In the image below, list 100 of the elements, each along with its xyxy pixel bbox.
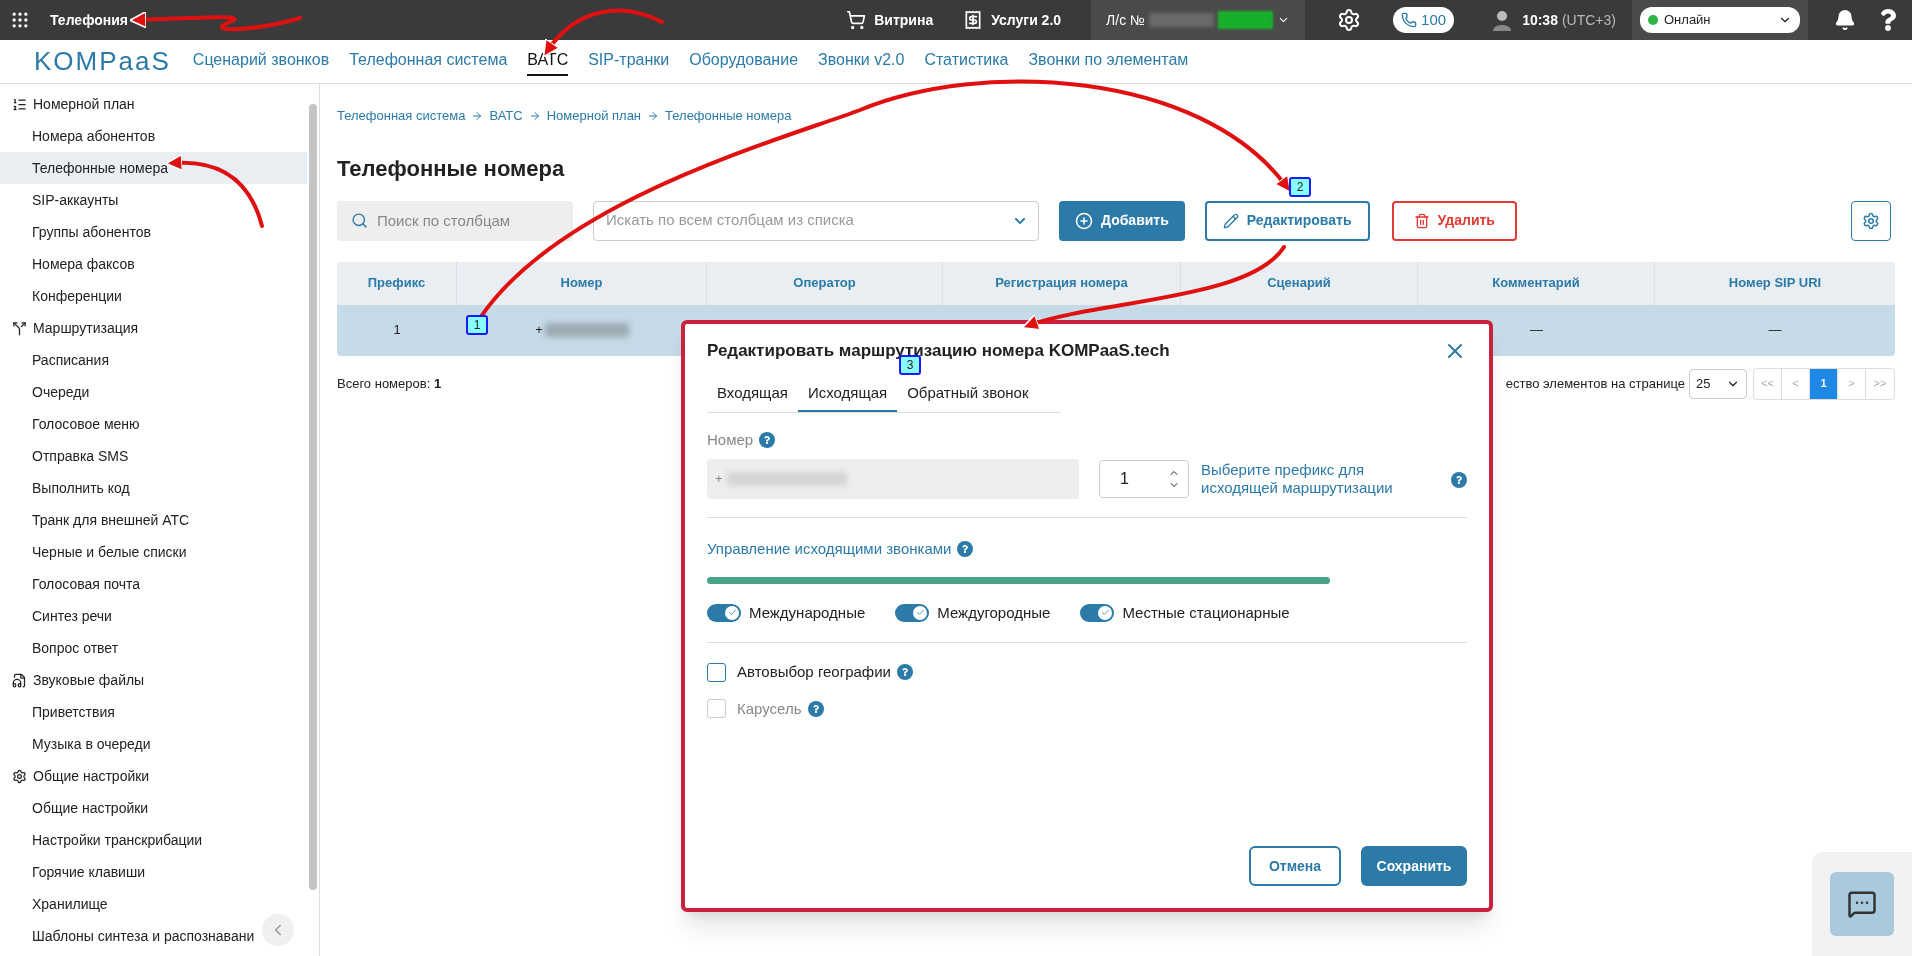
sidebar-section[interactable]: Маршрутизация bbox=[0, 312, 307, 344]
toggle-switch[interactable] bbox=[895, 603, 930, 622]
table-cell-text: + bbox=[535, 321, 543, 340]
nav-tab[interactable]: SIP-транки bbox=[588, 47, 670, 76]
plus-icon bbox=[1075, 211, 1093, 230]
sidebar-item[interactable]: Музыка в очереди bbox=[0, 728, 307, 760]
annotation-marker: 1 bbox=[466, 315, 488, 335]
column-header[interactable]: Регистрация номера bbox=[943, 261, 1181, 305]
receipt-icon bbox=[963, 10, 984, 30]
dialog-tab[interactable]: Исходящая bbox=[797, 377, 898, 412]
page-size-select[interactable]: 25 bbox=[1689, 368, 1747, 399]
notifications-icon[interactable] bbox=[1834, 9, 1856, 31]
sidebar-item[interactable]: Группы абонентов bbox=[0, 216, 307, 248]
field-label: Номер bbox=[707, 429, 754, 450]
nav-tab[interactable]: Оборудование bbox=[689, 47, 799, 76]
sidebar-item[interactable]: Очереди bbox=[0, 376, 307, 408]
sidebar-item[interactable]: Отправка SMS bbox=[0, 440, 307, 472]
column-header[interactable]: Номер SIP URI bbox=[1655, 261, 1895, 305]
phone-icon bbox=[1401, 12, 1418, 28]
prefix-stepper[interactable]: 1 bbox=[1099, 460, 1189, 498]
account-label: Л/с № bbox=[1106, 10, 1146, 30]
add-button[interactable]: Добавить bbox=[1059, 200, 1185, 241]
breadcrumb-link[interactable]: ВАТС bbox=[489, 106, 523, 126]
checkbox-label: Карусель bbox=[737, 698, 802, 719]
nav-tab[interactable]: Сценарий звонков bbox=[192, 47, 330, 76]
nav-tab[interactable]: ВАТС bbox=[527, 47, 569, 76]
breadcrumb-link[interactable]: Номерной план bbox=[546, 106, 642, 126]
cancel-button[interactable]: Отмена bbox=[1249, 846, 1341, 886]
prefix-hint-link[interactable]: Выберите префикс для исходящей маршрутизации bbox=[1201, 461, 1411, 497]
field-value: + bbox=[715, 470, 723, 489]
toggle-label: Международные bbox=[749, 602, 866, 623]
sidebar-item[interactable]: Номера факсов bbox=[0, 248, 307, 280]
total-count: Всего номеров: 1 bbox=[337, 374, 442, 393]
dialog-tab[interactable]: Обратный звонок bbox=[897, 377, 1039, 412]
nav-tab[interactable]: Статистика bbox=[924, 47, 1009, 76]
sidebar-item[interactable]: Выполнить код bbox=[0, 472, 307, 504]
toggle-switch[interactable] bbox=[1080, 603, 1115, 622]
sidebar-item[interactable]: Вопрос ответ bbox=[0, 632, 307, 664]
sidebar-item[interactable]: Голосовое меню bbox=[0, 408, 307, 440]
section-icon bbox=[12, 672, 27, 688]
page-size-label: ество элементов на странице bbox=[1505, 374, 1685, 393]
table-settings-button[interactable] bbox=[1851, 200, 1891, 241]
check-icon bbox=[1100, 608, 1110, 618]
chat-icon bbox=[1847, 889, 1877, 919]
avatar-icon[interactable] bbox=[1492, 9, 1513, 31]
status-dropdown[interactable]: Онлайн bbox=[1640, 7, 1800, 33]
top-link[interactable]: Витрина bbox=[846, 9, 934, 31]
sidebar-item[interactable]: Шаблоны синтеза и распознавани bbox=[0, 920, 307, 952]
sidebar-item[interactable]: Общие настройки bbox=[0, 792, 307, 824]
sidebar-item[interactable]: Настройки транскрибации bbox=[0, 824, 307, 856]
breadcrumb-link[interactable]: Телефонные номера bbox=[665, 106, 792, 126]
save-button[interactable]: Сохранить bbox=[1361, 846, 1467, 886]
pager-button[interactable]: 1 bbox=[1810, 368, 1838, 399]
sidebar-section[interactable]: Общие настройки bbox=[0, 760, 307, 792]
breadcrumb-link[interactable]: Телефонная система bbox=[337, 106, 466, 126]
pencil-icon bbox=[1222, 212, 1239, 229]
table-cell-text: — bbox=[1768, 321, 1782, 340]
check-icon bbox=[915, 608, 925, 618]
help-icon[interactable] bbox=[1878, 9, 1898, 31]
sidebar-item[interactable]: Синтез речи bbox=[0, 600, 307, 632]
sidebar-item[interactable]: Горячие клавиши bbox=[0, 856, 307, 888]
sidebar-item[interactable]: Черные и белые списки bbox=[0, 536, 307, 568]
gear-icon bbox=[1862, 211, 1880, 230]
column-header[interactable]: Оператор bbox=[707, 261, 943, 305]
sidebar-item[interactable]: Голосовая почта bbox=[0, 568, 307, 600]
nav-tab[interactable]: Звонки по элементам bbox=[1028, 47, 1189, 76]
sidebar-item[interactable]: Телефонные номера bbox=[0, 152, 307, 184]
checkbox-label: Автовыбор географии bbox=[737, 662, 891, 682]
column-header[interactable]: Сценарий bbox=[1181, 261, 1418, 305]
apps-menu-icon[interactable] bbox=[10, 10, 30, 30]
sidebar-item[interactable]: Транк для внешней АТС bbox=[0, 504, 307, 536]
toggle-label: Междугородные bbox=[937, 602, 1051, 623]
sidebar-item[interactable]: Номера абонентов bbox=[0, 120, 307, 152]
sidebar-section[interactable]: Номерной план bbox=[0, 88, 307, 120]
toggle-switch[interactable] bbox=[707, 603, 741, 622]
delete-button[interactable]: Удалить bbox=[1391, 200, 1517, 241]
section-icon bbox=[12, 768, 27, 784]
column-header[interactable]: Комментарий bbox=[1418, 261, 1655, 305]
settings-icon[interactable] bbox=[1337, 8, 1362, 32]
calls-badge[interactable]: 100 bbox=[1393, 7, 1455, 33]
checkbox[interactable] bbox=[707, 662, 726, 682]
edit-button[interactable]: Редактировать bbox=[1204, 200, 1370, 241]
sidebar-item[interactable]: Конференции bbox=[0, 280, 307, 312]
nav-tab[interactable]: Телефонная система bbox=[349, 47, 508, 76]
top-link[interactable]: Услуги 2.0 bbox=[963, 9, 1062, 31]
sidebar-section[interactable]: Звуковые файлы bbox=[0, 664, 307, 696]
sidebar-item[interactable]: Расписания bbox=[0, 344, 307, 376]
account-selector[interactable]: Л/с № bbox=[1091, 0, 1306, 40]
sidebar-item[interactable]: SIP-аккаунты bbox=[0, 184, 307, 216]
nav-tab[interactable]: Звонки v2.0 bbox=[818, 47, 905, 76]
column-header[interactable]: Номер bbox=[457, 261, 707, 305]
dialog-tab[interactable]: Входящая bbox=[707, 377, 798, 412]
search-icon bbox=[351, 211, 368, 229]
sidebar-item[interactable]: Хранилище bbox=[0, 888, 307, 920]
search-field[interactable]: Поиск по столбцам bbox=[337, 200, 573, 241]
redacted-block bbox=[1217, 11, 1274, 29]
select-placeholder: Искать по всем столбцам из списка bbox=[606, 210, 854, 231]
sidebar-item[interactable]: Приветствия bbox=[0, 696, 307, 728]
chat-button[interactable] bbox=[1830, 872, 1894, 936]
column-header[interactable]: Префикс bbox=[337, 261, 457, 305]
